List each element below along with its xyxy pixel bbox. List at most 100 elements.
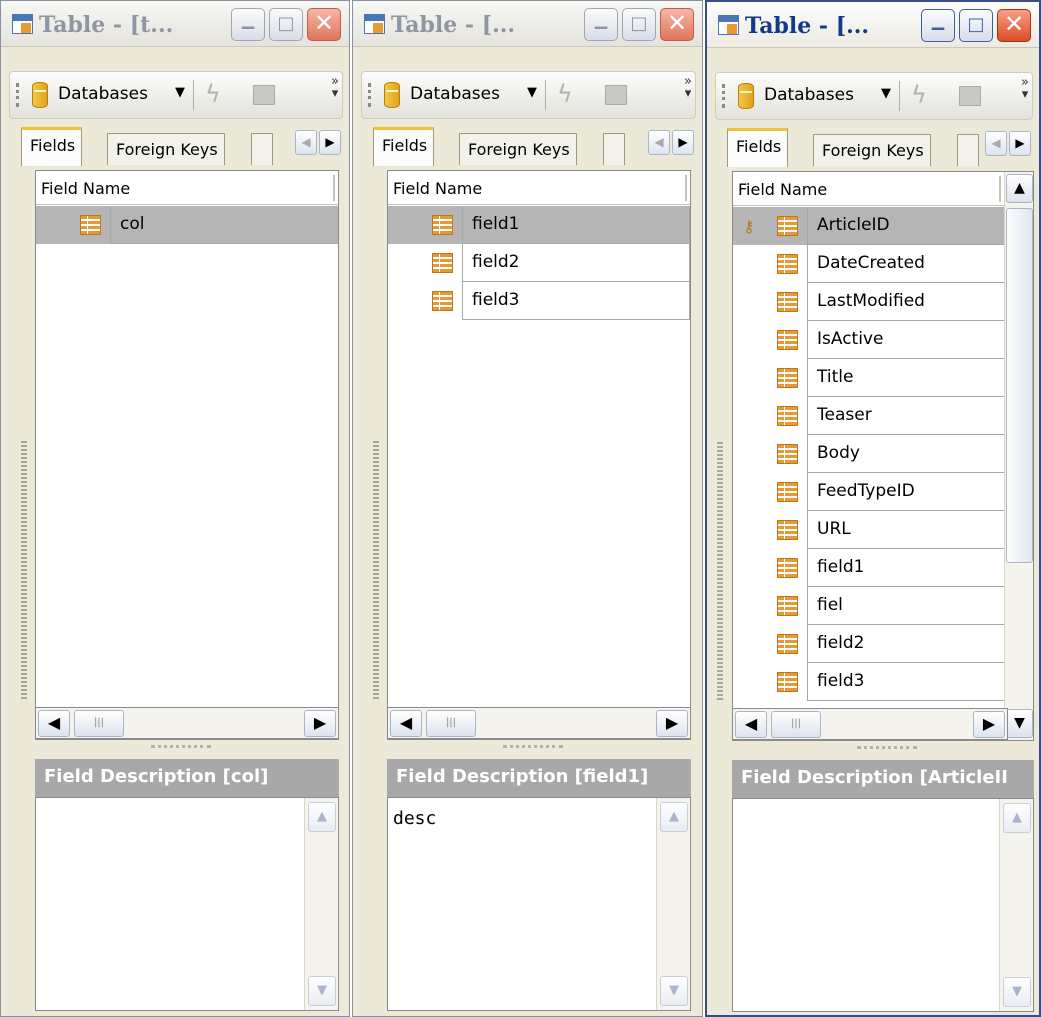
scroll-up-button[interactable]: ▲ [1003,803,1031,833]
table-row[interactable]: field3 [733,663,1004,701]
scroll-right-button[interactable]: ▶ [304,710,336,737]
toolbar-overflow-icon[interactable]: » ▾ [1021,76,1029,101]
toolbar-overflow-icon[interactable]: » ▾ [331,75,339,100]
close-button[interactable]: ✕ [307,8,341,41]
splitter-grip[interactable] [151,745,211,751]
tab-scroll-left-button[interactable]: ◀ [985,131,1007,156]
toolbar-grip[interactable] [16,83,19,107]
title-bar[interactable]: Table - [... ▁ □ ✕ [353,1,702,47]
table-row[interactable]: field2 [388,244,690,282]
close-button[interactable]: ✕ [997,9,1031,42]
lightning-icon[interactable]: ϟ [911,81,927,109]
disk-icon[interactable] [959,86,981,106]
table-row[interactable]: field1 [388,206,690,244]
toolbar-grip[interactable] [722,84,725,108]
description-scrollbar[interactable]: ▲ ▼ [999,799,1033,1011]
field-name-cell[interactable]: field2 [462,244,690,282]
column-header-field-name[interactable]: Field Name [733,172,1004,206]
chevron-down-icon[interactable]: ▼ [527,85,537,100]
scroll-thumb[interactable]: ||| [771,711,821,738]
table-window-2[interactable]: Table - [... ▁ □ ✕ Databases ▼ ϟ » ▾ Fiel… [352,0,703,1017]
side-grip[interactable] [21,441,27,701]
chevron-down-icon[interactable]: ▼ [175,85,185,100]
field-name-cell[interactable]: col [110,206,338,244]
minimize-button[interactable]: ▁ [231,8,265,41]
horizontal-scrollbar[interactable]: ◀ ||| ▶ [387,707,691,739]
tab-foreign-keys[interactable]: Foreign Keys [107,133,225,165]
lightning-icon[interactable]: ϟ [557,80,573,108]
maximize-button[interactable]: □ [959,9,993,42]
chevron-down-icon[interactable]: ▼ [881,86,891,101]
tab-scroll-right-button[interactable]: ▶ [319,130,341,155]
field-description-box[interactable]: ▲ ▼ [732,798,1034,1012]
field-name-cell[interactable]: field3 [807,663,1004,701]
field-description-box[interactable]: ▲ ▼ [35,797,339,1011]
column-header-field-name[interactable]: Field Name [36,171,338,205]
table-row[interactable]: field2 [733,625,1004,663]
side-grip[interactable] [717,442,723,702]
scroll-down-button[interactable]: ▼ [660,976,688,1006]
side-grip[interactable] [373,441,379,701]
table-row[interactable]: LastModified [733,283,1004,321]
tab-scroll-left-button[interactable]: ◀ [295,130,317,155]
table-row[interactable]: Title [733,359,1004,397]
tab-foreign-keys[interactable]: Foreign Keys [459,133,577,165]
disk-icon[interactable] [253,85,275,105]
scroll-left-button[interactable]: ◀ [38,710,70,737]
field-name-cell[interactable]: field1 [462,206,690,244]
field-name-cell[interactable]: LastModified [807,283,1004,321]
toolbar-overflow-icon[interactable]: » ▾ [684,75,692,100]
table-row[interactable]: DateCreated [733,245,1004,283]
scroll-left-button[interactable]: ◀ [390,710,422,737]
scroll-down-button[interactable]: ▼ [1006,709,1033,738]
field-name-cell[interactable]: Teaser [807,397,1004,435]
scroll-right-button[interactable]: ▶ [656,710,688,737]
close-button[interactable]: ✕ [660,8,694,41]
databases-dropdown[interactable]: Databases [58,84,148,104]
scroll-up-button[interactable]: ▲ [308,802,336,832]
horizontal-scrollbar[interactable]: ◀ ||| ▶ [35,707,339,739]
field-name-cell[interactable]: ArticleID [807,207,1004,245]
scroll-right-button[interactable]: ▶ [973,711,1005,738]
splitter-grip[interactable] [857,746,917,752]
table-row[interactable]: field3 [388,282,690,320]
minimize-button[interactable]: ▁ [921,9,955,42]
tab-scroll-right-button[interactable]: ▶ [1009,131,1031,156]
column-header-field-name[interactable]: Field Name [388,171,690,205]
field-name-cell[interactable]: Title [807,359,1004,397]
maximize-button[interactable]: □ [622,8,656,41]
field-name-cell[interactable]: field2 [807,625,1004,663]
tab-next-clipped[interactable] [957,134,979,166]
scroll-left-button[interactable]: ◀ [735,711,767,738]
field-name-cell[interactable]: fiel [807,587,1004,625]
horizontal-scrollbar[interactable]: ◀ ||| ▶ [732,708,1008,740]
description-scrollbar[interactable]: ▲ ▼ [304,798,338,1010]
table-row[interactable]: ⚷ ArticleID [733,207,1004,245]
tab-fields[interactable]: Fields [21,127,83,166]
field-description-text[interactable]: desc [393,808,436,829]
table-row[interactable]: fiel [733,587,1004,625]
table-row[interactable]: FeedTypeID [733,473,1004,511]
maximize-button[interactable]: □ [269,8,303,41]
scroll-thumb[interactable]: ||| [74,710,124,737]
table-row[interactable]: IsActive [733,321,1004,359]
scroll-down-button[interactable]: ▼ [308,976,336,1006]
field-name-cell[interactable]: DateCreated [807,245,1004,283]
splitter-grip[interactable] [503,745,563,751]
vertical-scrollbar[interactable]: ▲ ▼ [1004,172,1033,740]
field-name-cell[interactable]: URL [807,511,1004,549]
tab-fields[interactable]: Fields [373,127,435,166]
scroll-thumb[interactable] [1006,208,1033,563]
tab-scroll-left-button[interactable]: ◀ [648,130,670,155]
fields-grid[interactable]: Field Name field1 field2 field3 [387,170,691,740]
tab-scroll-right-button[interactable]: ▶ [672,130,694,155]
lightning-icon[interactable]: ϟ [205,80,221,108]
scroll-up-button[interactable]: ▲ [1006,174,1033,203]
disk-icon[interactable] [605,85,627,105]
title-bar[interactable]: Table - [t... ▁ □ ✕ [1,1,349,47]
field-name-cell[interactable]: IsActive [807,321,1004,359]
table-row[interactable]: Teaser [733,397,1004,435]
minimize-button[interactable]: ▁ [584,8,618,41]
scroll-thumb[interactable]: ||| [426,710,476,737]
tab-next-clipped[interactable] [603,133,625,165]
